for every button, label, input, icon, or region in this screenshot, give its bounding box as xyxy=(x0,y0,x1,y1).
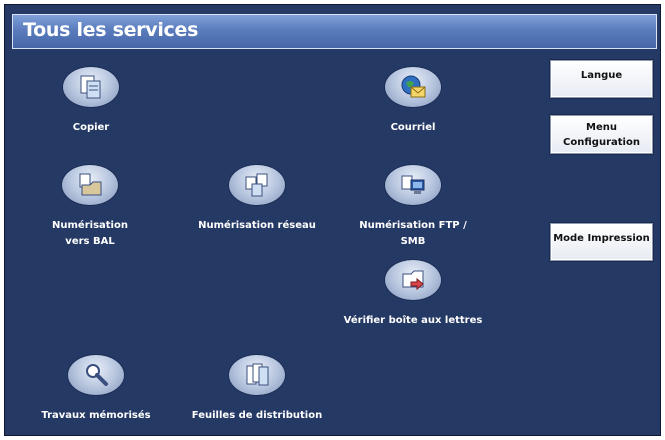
setup-menu-label-line2: Configuration xyxy=(563,137,640,148)
service-label: Vérifier boîte aux lettres xyxy=(343,315,483,326)
language-button[interactable]: Langue xyxy=(550,60,653,98)
stored-jobs-icon[interactable] xyxy=(68,355,124,395)
language-button-label: Langue xyxy=(580,70,623,81)
service-ftp-smb-scan[interactable]: Numérisation FTP / SMB xyxy=(348,165,478,247)
email-icon[interactable] xyxy=(385,67,441,107)
scan-to-mailbox-icon[interactable] xyxy=(62,165,118,205)
service-distribution-sheets[interactable]: Feuilles de distribution xyxy=(187,355,327,425)
all-services-screen: Tous les services Copier Courriel Numéri… xyxy=(4,4,661,436)
service-label: Numérisation réseau xyxy=(198,220,316,231)
print-mode-button[interactable]: Mode Impression xyxy=(550,223,653,261)
service-label: Numérisation FTP / SMB xyxy=(359,220,467,247)
distribution-sheets-icon[interactable] xyxy=(229,355,285,395)
service-email[interactable]: Courriel xyxy=(367,67,459,137)
service-copy[interactable]: Copier xyxy=(45,67,137,137)
service-label: Feuilles de distribution xyxy=(191,410,323,421)
service-stored-jobs[interactable]: Travaux mémorisés xyxy=(36,355,156,425)
title-bar: Tous les services xyxy=(12,14,657,49)
copy-icon[interactable] xyxy=(63,67,119,107)
network-scan-icon[interactable] xyxy=(229,165,285,205)
service-label: Numérisation vers BAL xyxy=(52,220,128,247)
setup-menu-label-line1: Menu xyxy=(586,122,617,133)
page-title: Tous les services xyxy=(23,19,199,41)
service-label: Courriel xyxy=(390,122,436,133)
service-scan-to-mailbox[interactable]: Numérisation vers BAL xyxy=(40,165,140,249)
check-mailbox-icon[interactable] xyxy=(385,260,441,300)
service-network-scan[interactable]: Numérisation réseau xyxy=(197,165,317,235)
setup-menu-button[interactable]: Menu Configuration xyxy=(550,115,653,154)
ftp-smb-scan-icon[interactable] xyxy=(385,165,441,205)
service-check-mailbox[interactable]: Vérifier boîte aux lettres xyxy=(333,260,493,330)
service-label: Travaux mémorisés xyxy=(41,410,151,421)
print-mode-label: Mode Impression xyxy=(553,233,650,244)
service-label: Copier xyxy=(72,122,110,133)
